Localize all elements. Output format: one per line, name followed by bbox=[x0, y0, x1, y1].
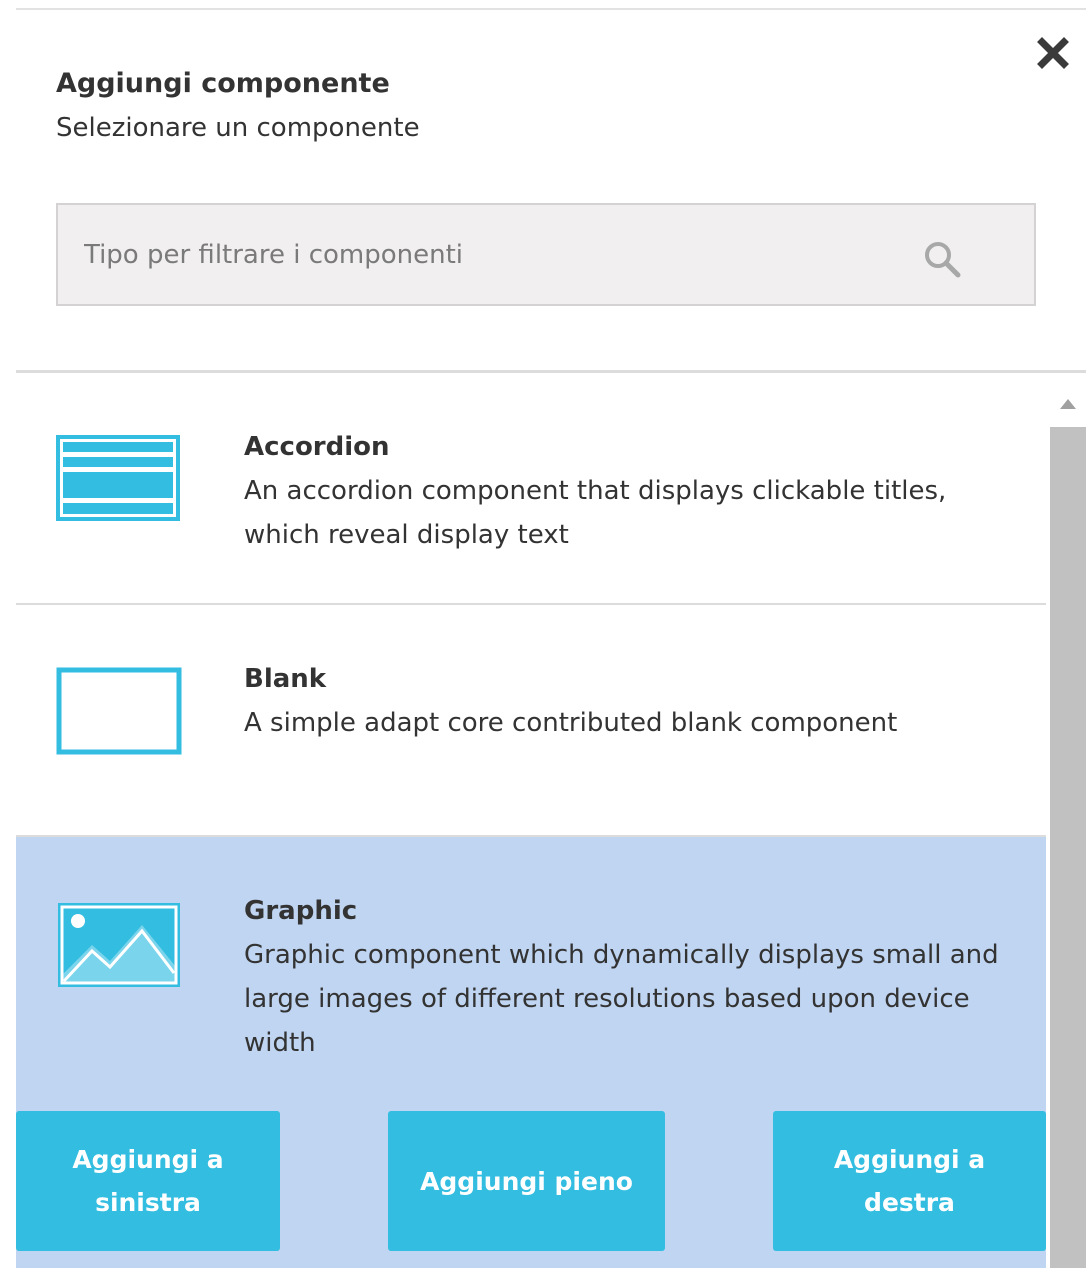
component-description: A simple adapt core contributed blank co… bbox=[244, 708, 898, 738]
dialog-title: Aggiungi componente bbox=[56, 68, 390, 99]
search-box bbox=[56, 203, 1036, 306]
close-icon bbox=[1037, 37, 1069, 69]
component-name: Graphic bbox=[244, 896, 358, 926]
list-scrollbar[interactable] bbox=[1050, 373, 1086, 1268]
add-left-button[interactable]: Aggiungi a sinistra bbox=[16, 1111, 280, 1251]
dialog-header: Aggiungi componente Selezionare un compo… bbox=[56, 62, 420, 150]
component-name: Accordion bbox=[244, 432, 390, 462]
search-icon[interactable] bbox=[922, 239, 962, 279]
placement-actions: Aggiungi a sinistra Aggiungi pieno Aggiu… bbox=[16, 1111, 1046, 1251]
image-icon bbox=[56, 901, 182, 993]
component-item-accordion[interactable]: Accordion An accordion component that di… bbox=[16, 373, 1046, 605]
scroll-up-arrow-icon[interactable] bbox=[1050, 387, 1086, 417]
scrollbar-thumb[interactable] bbox=[1050, 427, 1086, 1268]
component-item-blank[interactable]: Blank A simple adapt core contributed bl… bbox=[16, 605, 1046, 837]
add-full-button[interactable]: Aggiungi pieno bbox=[388, 1111, 665, 1251]
blank-icon bbox=[56, 667, 182, 759]
dialog-subtitle: Selezionare un componente bbox=[56, 113, 420, 143]
close-button[interactable] bbox=[1036, 36, 1070, 70]
component-list: Accordion An accordion component that di… bbox=[16, 373, 1046, 1268]
component-name: Blank bbox=[244, 664, 327, 694]
add-right-button[interactable]: Aggiungi a destra bbox=[773, 1111, 1046, 1251]
accordion-icon bbox=[56, 435, 180, 525]
top-divider bbox=[16, 8, 1086, 10]
component-description: Graphic component which dynamically disp… bbox=[244, 940, 999, 1058]
search-input[interactable] bbox=[84, 205, 924, 304]
component-description: An accordion component that displays cli… bbox=[244, 476, 947, 550]
add-component-dialog: Aggiungi componente Selezionare un compo… bbox=[0, 0, 1086, 1268]
